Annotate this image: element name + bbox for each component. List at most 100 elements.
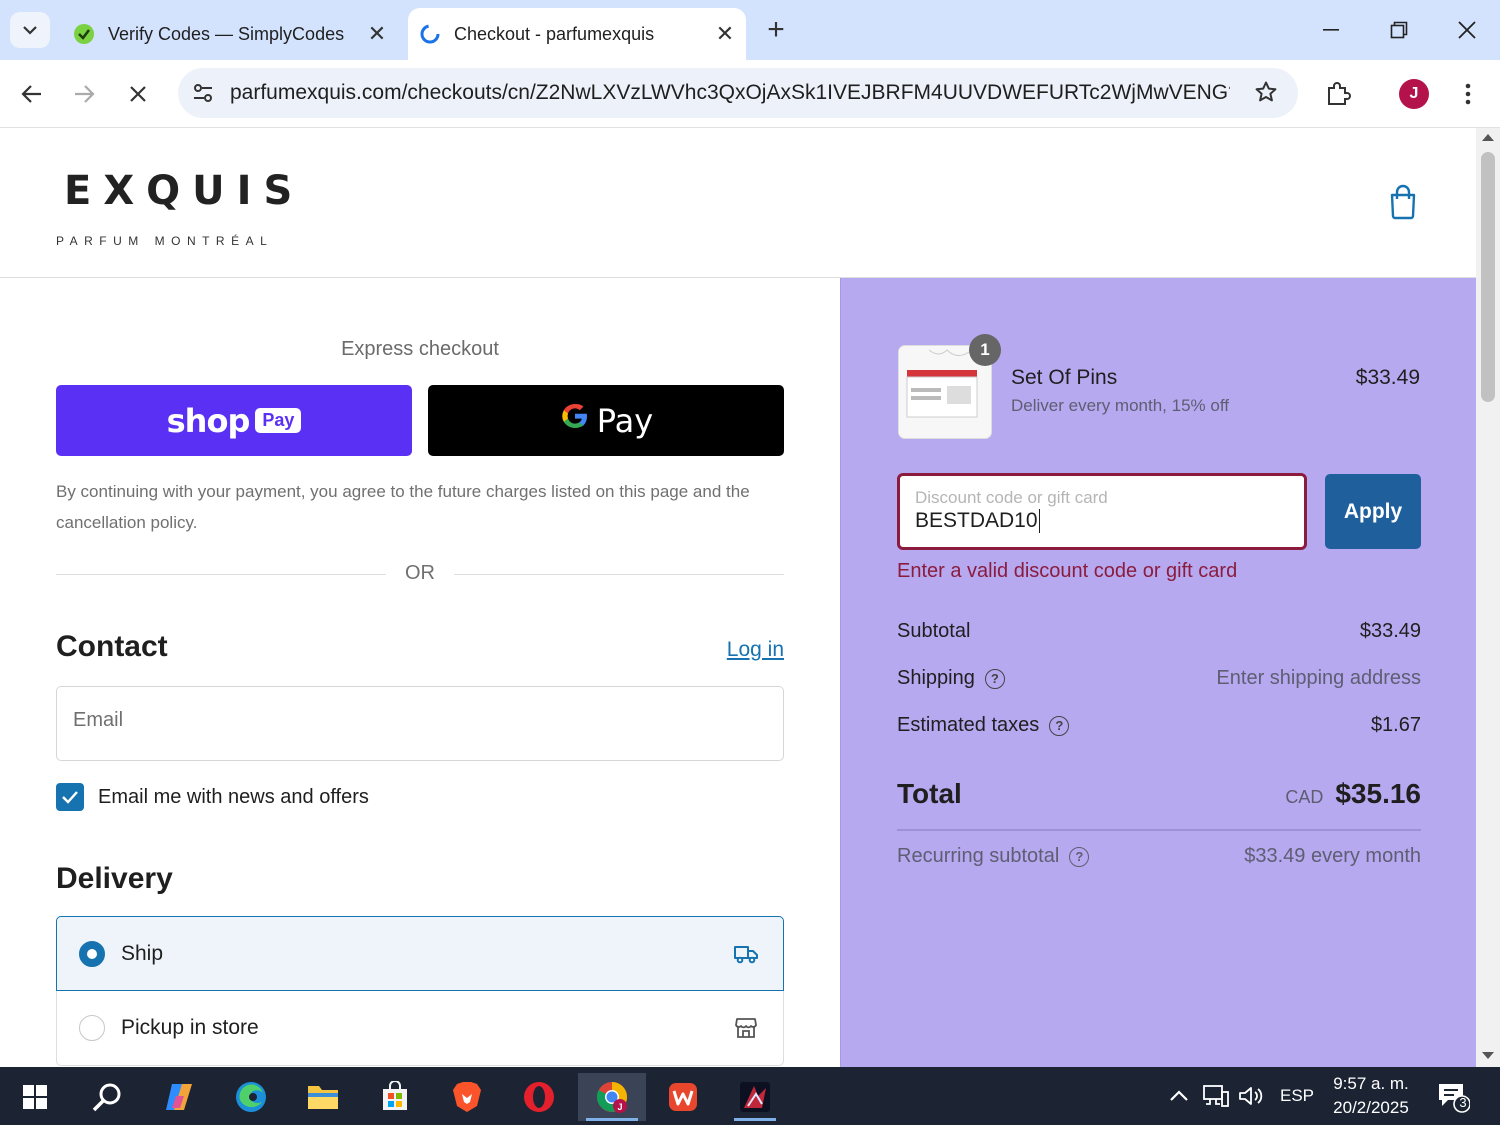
edge-icon[interactable] [222, 1073, 280, 1121]
game-app-icon[interactable] [726, 1073, 784, 1121]
delivery-option-label: Pickup in store [121, 1016, 259, 1039]
tab-title: Checkout - parfumexquis [454, 23, 655, 44]
stop-loading-button[interactable] [116, 72, 160, 116]
kebab-menu-icon [1465, 83, 1471, 105]
restore-button[interactable] [1374, 10, 1424, 50]
recurring-label-group: Recurring subtotal? [897, 845, 1090, 868]
radio-selected[interactable] [79, 940, 105, 967]
tab-simplycodes[interactable]: Verify Codes — SimplyCodes ✕ [62, 8, 398, 60]
checkout-form: Express checkout shop Pay Pay By continu… [0, 278, 840, 1067]
chrome-icon[interactable]: J [578, 1073, 646, 1121]
delivery-option-pickup[interactable]: Pickup in store [56, 991, 784, 1066]
subtotal-row: Subtotal $33.49 [897, 620, 1421, 643]
help-icon[interactable]: ? [984, 668, 1005, 689]
apply-discount-button[interactable]: Apply [1325, 474, 1421, 549]
notification-center-button[interactable]: 3 [1436, 1067, 1470, 1125]
close-icon [1458, 21, 1476, 39]
address-bar[interactable]: parfumexquis.com/checkouts/cn/Z2NwLXVzLW… [178, 68, 1298, 118]
opera-icon[interactable] [510, 1073, 568, 1121]
profile-button[interactable]: J [1392, 72, 1436, 116]
scroll-down-arrow-icon[interactable] [1482, 1052, 1494, 1059]
browser-tab-strip: Verify Codes — SimplyCodes ✕ Checkout - … [0, 0, 1500, 60]
system-clock[interactable]: 9:57 a. m. 20/2/2025 [1325, 1072, 1417, 1120]
help-icon[interactable]: ? [1069, 846, 1090, 867]
total-label: Total [897, 778, 962, 809]
shop-pay-badge: Pay [255, 408, 302, 433]
total-amount-group: CAD $35.16 [1285, 778, 1421, 810]
tab-title: Verify Codes — SimplyCodes [108, 23, 345, 44]
chevron-up-icon [1170, 1090, 1188, 1101]
notification-count-badge: 3 [1459, 1095, 1467, 1110]
scroll-up-arrow-icon[interactable] [1482, 134, 1494, 141]
extensions-button[interactable] [1316, 72, 1360, 116]
total-amount: $35.16 [1335, 778, 1421, 809]
subtotal-label: Subtotal [897, 620, 971, 642]
taxes-label-group: Estimated taxes? [897, 714, 1070, 737]
close-tab-icon[interactable]: ✕ [362, 19, 392, 49]
google-pay-label: Pay [596, 401, 654, 440]
tab-search-dropdown[interactable] [10, 12, 50, 48]
network-icon[interactable] [1202, 1067, 1230, 1125]
copilot-icon[interactable] [150, 1073, 208, 1121]
clock-date: 20/2/2025 [1333, 1098, 1409, 1117]
discount-code-field[interactable]: Discount code or gift card BESTDAD10 [897, 473, 1307, 550]
shipping-value: Enter shipping address [1216, 667, 1421, 689]
ms-store-icon[interactable] [366, 1073, 424, 1121]
site-settings-icon[interactable] [190, 80, 216, 106]
windows-start-icon[interactable] [6, 1073, 64, 1121]
taxes-label: Estimated taxes [897, 714, 1040, 736]
subtotal-value: $33.49 [1359, 620, 1421, 642]
svg-text:J: J [617, 1102, 622, 1112]
shipping-label: Shipping [897, 667, 975, 689]
google-pay-button[interactable]: Pay [428, 385, 784, 456]
back-button[interactable] [10, 72, 54, 116]
product-variant: Deliver every month, 15% off [1011, 396, 1229, 415]
help-icon[interactable]: ? [1049, 715, 1070, 736]
browser-menu-button[interactable] [1446, 72, 1490, 116]
chevron-down-icon [23, 26, 37, 35]
recurring-label: Recurring subtotal [897, 845, 1060, 867]
brave-icon[interactable] [438, 1073, 496, 1121]
discount-code-input[interactable]: BESTDAD10 [915, 509, 1040, 534]
volume-icon[interactable] [1238, 1067, 1266, 1125]
delivery-option-ship[interactable]: Ship [56, 916, 784, 991]
login-link[interactable]: Log in [700, 638, 784, 662]
language-indicator[interactable]: ESP [1280, 1067, 1314, 1125]
file-explorer-icon[interactable] [294, 1073, 352, 1121]
quantity-badge: 1 [969, 334, 1001, 366]
email-field[interactable] [56, 686, 784, 761]
minimize-button[interactable] [1306, 10, 1356, 50]
wps-office-icon[interactable] [654, 1073, 712, 1121]
loading-spinner-icon [418, 22, 442, 46]
logo-wordmark: EXQUIS [64, 168, 305, 214]
taxes-value: $1.67 [1370, 714, 1421, 736]
checkbox-checked-icon[interactable] [56, 783, 84, 811]
page-scrollbar[interactable] [1476, 128, 1500, 1067]
newsletter-checkbox-row[interactable]: Email me with news and offers [56, 783, 369, 811]
active-app-indicator [586, 1118, 638, 1121]
bookmark-star-icon[interactable] [1254, 80, 1278, 109]
product-name: Set Of Pins [1011, 366, 1118, 389]
order-summary: 1 Set Of Pins Deliver every month, 15% o… [840, 278, 1476, 1067]
newsletter-label: Email me with news and offers [98, 785, 369, 808]
shop-pay-button[interactable]: shop Pay [56, 385, 412, 456]
close-tab-icon[interactable]: ✕ [710, 19, 740, 49]
arrow-right-icon [75, 85, 95, 103]
recurring-value: $33.49 every month [1244, 845, 1421, 867]
shopping-bag-icon[interactable] [1386, 184, 1420, 220]
radio-unselected[interactable] [79, 1015, 105, 1041]
new-tab-button[interactable]: + [758, 14, 794, 50]
scrollbar-thumb[interactable] [1481, 152, 1495, 402]
forward-button[interactable] [62, 72, 106, 116]
product-price: $33.49 [1355, 366, 1420, 389]
store-logo[interactable]: EXQUIS PARFUM MONTRÉAL [56, 158, 292, 258]
minimize-icon [1323, 29, 1339, 31]
text-caret [1038, 509, 1040, 534]
show-hidden-icons-button[interactable] [1168, 1067, 1190, 1125]
shipping-label-group: Shipping? [897, 667, 1005, 690]
email-input[interactable] [73, 709, 763, 732]
tab-checkout[interactable]: Checkout - parfumexquis ✕ [408, 8, 746, 60]
url-text: parfumexquis.com/checkouts/cn/Z2NwLXVzLW… [230, 81, 1230, 104]
close-window-button[interactable] [1442, 10, 1492, 50]
search-icon[interactable] [78, 1073, 136, 1121]
